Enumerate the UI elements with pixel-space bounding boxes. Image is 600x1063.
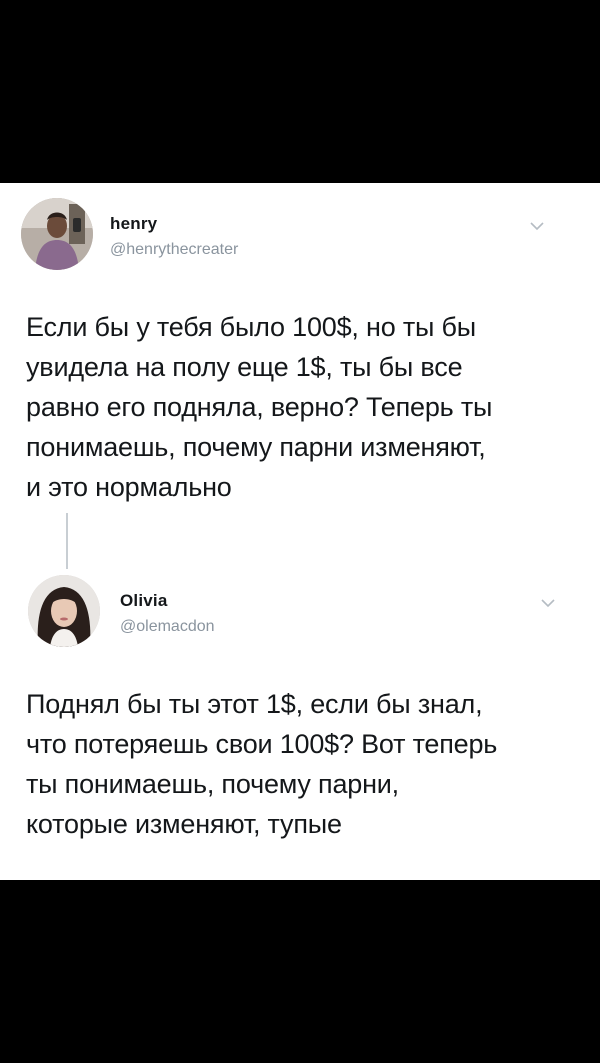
thread-connector xyxy=(66,513,68,569)
avatar-photo-woman xyxy=(28,575,100,647)
tweet-card: henry @henrythecreater Если бы у тебя бы… xyxy=(0,183,600,880)
tweet-henry[interactable]: henry @henrythecreater Если бы у тебя бы… xyxy=(0,183,600,513)
tweet-text: Если бы у тебя было 100$, но ты бы увиде… xyxy=(26,312,493,502)
avatar[interactable] xyxy=(21,198,93,270)
author-handle[interactable]: @olemacdon xyxy=(120,618,215,636)
chevron-down-icon[interactable] xyxy=(529,221,545,231)
chevron-down-icon[interactable] xyxy=(540,598,556,608)
author-handle[interactable]: @henrythecreater xyxy=(110,241,238,259)
avatar[interactable] xyxy=(28,575,100,647)
tweet-olivia[interactable]: Olivia @olemacdon Поднял бы ты этот 1$, … xyxy=(0,569,600,880)
author-name[interactable]: Olivia xyxy=(120,591,168,611)
tweet-text: Поднял бы ты этот 1$, если бы знал, что … xyxy=(26,689,498,839)
avatar-photo-man xyxy=(21,198,93,270)
author-name[interactable]: henry xyxy=(110,214,157,234)
